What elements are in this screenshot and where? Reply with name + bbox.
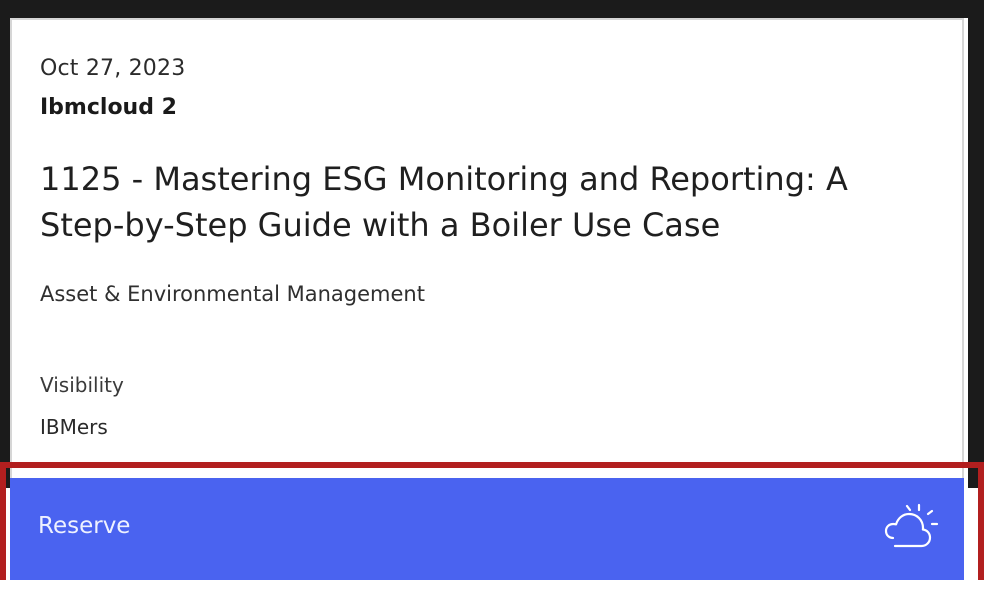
session-title: 1125 - Mastering ESG Monitoring and Repo…	[40, 160, 848, 244]
session-date: Oct 27, 2023	[40, 56, 186, 81]
session-card: Oct 27, 2023 Ibmcloud 2 1125 - Mastering…	[10, 18, 964, 488]
background-left-strip	[0, 18, 10, 488]
partly-cloudy-icon	[884, 503, 939, 548]
page-bottom-strip	[0, 580, 984, 596]
session-location: Ibmcloud 2	[40, 95, 177, 120]
background-right-strip	[968, 18, 984, 488]
background-top-strip	[0, 0, 984, 18]
visibility-value: IBMers	[40, 415, 108, 439]
reserve-button[interactable]: Reserve	[10, 478, 964, 580]
visibility-label: Visibility	[40, 373, 124, 397]
reserve-button-label: Reserve	[38, 513, 131, 539]
session-category: Asset & Environmental Management	[40, 282, 425, 306]
